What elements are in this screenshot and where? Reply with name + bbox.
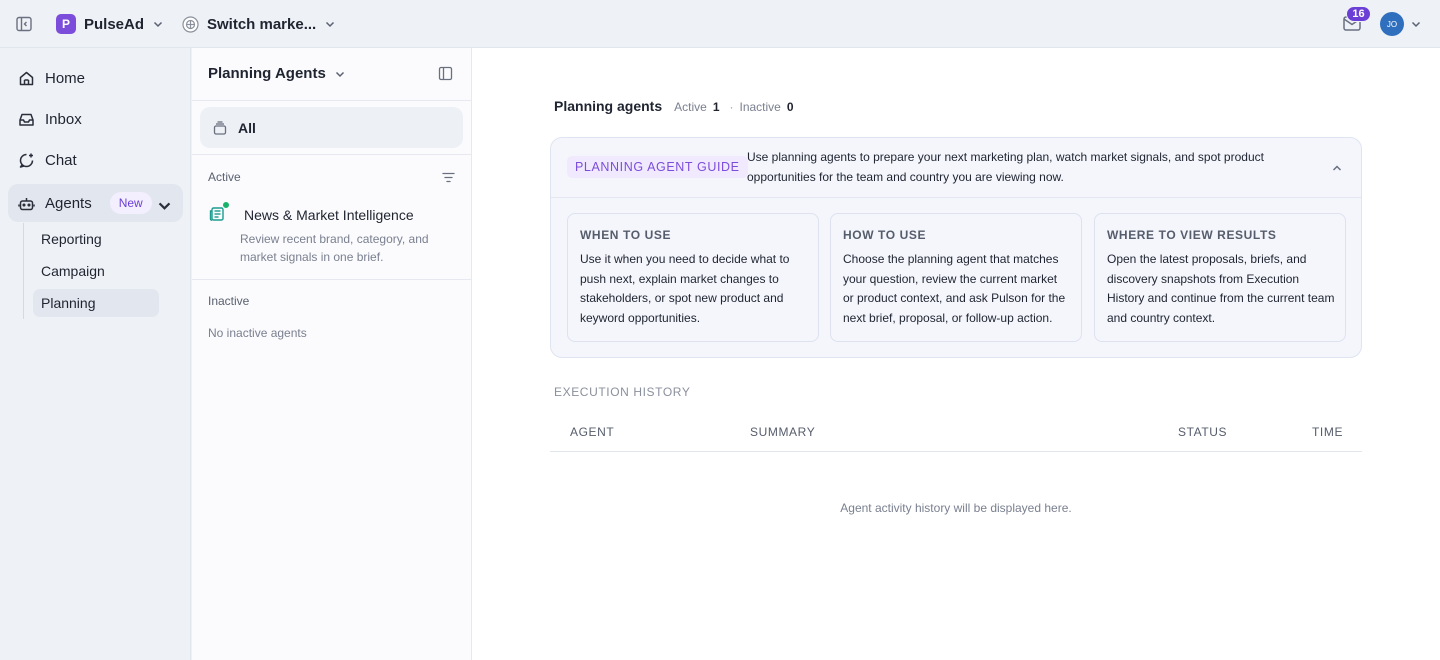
column-header-summary[interactable]: SUMMARY — [750, 425, 815, 439]
guide-card-how: HOW TO USE Choose the planning agent tha… — [830, 213, 1082, 342]
active-section-label: Active — [208, 170, 241, 184]
sidebar-collapse-icon[interactable] — [15, 15, 33, 33]
guide-card-text: Open the latest proposals, briefs, and d… — [1107, 252, 1335, 326]
guide-tag: PLANNING AGENT GUIDE — [567, 156, 748, 178]
divider — [192, 154, 471, 155]
execution-table-header: AGENT SUMMARY STATUS TIME — [550, 418, 1362, 452]
nav-label: Agents — [45, 194, 92, 212]
inbox-icon — [19, 113, 34, 126]
active-stat-label: Active — [674, 100, 707, 114]
chevron-down-icon — [153, 21, 163, 28]
brand-logo: P — [56, 14, 76, 34]
globe-icon — [182, 15, 199, 33]
column-header-time[interactable]: TIME — [1312, 425, 1343, 439]
guide-intro-text: Use planning agents to prepare your next… — [747, 150, 1264, 184]
agent-item-news-market-intelligence[interactable]: News & Market Intelligence Review recent… — [208, 200, 458, 270]
inactive-section-label: Inactive — [208, 294, 250, 308]
column-header-agent[interactable]: AGENT — [570, 425, 614, 439]
guide-header[interactable]: PLANNING AGENT GUIDE Use planning agents… — [551, 138, 1361, 198]
nav-label: Home — [45, 69, 86, 87]
subnav-guide-line — [23, 223, 24, 319]
home-icon — [19, 71, 34, 85]
chevron-down-icon[interactable] — [1410, 18, 1422, 30]
panel-title-dropdown[interactable]: Planning Agents — [208, 65, 346, 82]
page-title: Planning agents — [554, 98, 663, 114]
column-header-status[interactable]: STATUS — [1178, 425, 1227, 439]
chevron-up-icon[interactable] — [1331, 162, 1343, 174]
active-stat-value: 1 — [712, 100, 720, 114]
brand-name: PulseAd — [84, 15, 145, 33]
panel-header: Planning Agents — [192, 48, 471, 101]
divider — [192, 279, 471, 280]
nav-item-chat[interactable]: Chat — [8, 141, 183, 179]
inactive-stat-value: 0 — [786, 100, 794, 114]
nav-item-inbox[interactable]: Inbox — [8, 100, 183, 138]
new-badge: New — [109, 192, 152, 214]
empty-inactive-text: No inactive agents — [208, 326, 307, 340]
main-content: Planning agents Active 1 · Inactive 0 PL… — [472, 48, 1440, 660]
guide-card-title: HOW TO USE — [843, 228, 927, 242]
execution-history-label: EXECUTION HISTORY — [554, 385, 691, 399]
subnav-item-campaign[interactable]: Campaign — [33, 257, 159, 285]
empty-history-text: Agent activity history will be displayed… — [840, 501, 1072, 515]
chat-icon — [19, 153, 34, 168]
agent-description: Review recent brand, category, and marke… — [240, 232, 429, 264]
left-nav: Home Inbox Chat Agents New Reporting Cam… — [0, 48, 191, 660]
brand-switcher[interactable]: P PulseAd — [56, 13, 164, 35]
nav-item-home[interactable]: Home — [8, 59, 183, 97]
chevron-down-icon — [335, 71, 344, 77]
panel-toggle-icon[interactable] — [438, 66, 453, 81]
inactive-stat-label: Inactive — [739, 100, 781, 114]
notification-badge: 16 — [1346, 6, 1371, 22]
subnav-item-reporting[interactable]: Reporting — [33, 225, 159, 253]
market-name: Switch marke... — [207, 15, 317, 33]
nav-label: Chat — [45, 151, 77, 169]
all-label: All — [238, 119, 256, 136]
subnav-item-planning[interactable]: Planning — [33, 289, 159, 317]
avatar[interactable]: JO — [1380, 12, 1404, 36]
chevron-down-icon[interactable] — [156, 197, 173, 214]
robot-icon — [18, 197, 35, 210]
planning-agent-guide: PLANNING AGENT GUIDE Use planning agents… — [550, 137, 1362, 358]
guide-card-when: WHEN TO USE Use it when you need to deci… — [567, 213, 819, 342]
status-dot — [222, 201, 230, 209]
guide-card-text: Use it when you need to decide what to p… — [580, 252, 790, 326]
nav-item-agents[interactable]: Agents New — [8, 184, 183, 222]
stack-icon — [213, 120, 227, 135]
guide-card-where: WHERE TO VIEW RESULTS Open the latest pr… — [1094, 213, 1346, 342]
nav-label: Inbox — [45, 110, 82, 128]
filter-icon[interactable] — [441, 170, 456, 185]
filter-all[interactable]: All — [200, 107, 463, 148]
guide-card-title: WHEN TO USE — [580, 228, 672, 242]
guide-card-text: Choose the planning agent that matches y… — [843, 252, 1066, 326]
chevron-down-icon — [326, 21, 335, 28]
market-switcher[interactable]: Switch marke... — [182, 13, 336, 35]
agent-name: News & Market Intelligence — [244, 207, 414, 223]
panel-title: Planning Agents — [208, 65, 326, 82]
top-bar: P PulseAd Switch marke... 16 JO — [0, 0, 1440, 48]
agent-stats: Planning agents Active 1 · Inactive 0 — [554, 98, 794, 114]
agents-panel: Planning Agents All Active News & Market… — [192, 48, 472, 660]
guide-card-title: WHERE TO VIEW RESULTS — [1107, 228, 1277, 242]
stat-separator: · — [729, 100, 734, 114]
